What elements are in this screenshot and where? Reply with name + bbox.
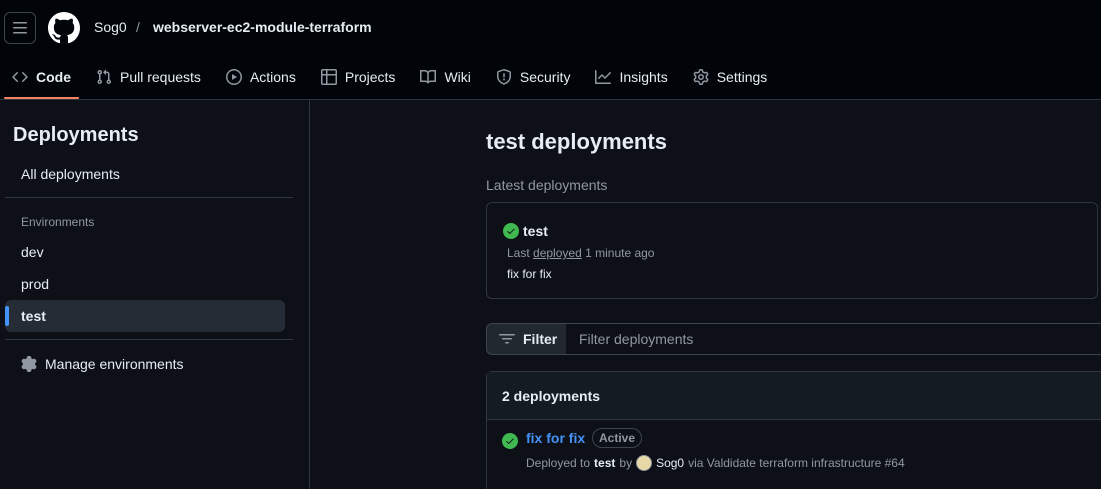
play-icon [225,69,242,85]
sidebar-divider [5,197,293,198]
manage-environments-link[interactable]: Manage environments [5,348,285,380]
tab-code[interactable]: Code [4,56,79,99]
filter-icon [499,334,515,344]
tab-label: Pull requests [120,69,201,85]
deployed-to-label: Deployed to [526,456,591,470]
sidebar-title: Deployments [13,124,139,146]
status-badge: Active [592,428,643,448]
meta-prefix: Last [507,246,530,260]
table-icon [320,69,337,85]
filter-button-label: Filter [523,331,558,347]
tab-label: Security [519,69,571,85]
environments-heading: Environments [21,215,95,229]
repo-header: Sog0 / webserver-ec2-module-terraform Co… [0,0,1101,100]
workflow-link[interactable]: via Valdidate terraform infrastructure #… [688,456,905,470]
tab-security[interactable]: Security [488,56,579,98]
shield-icon [496,69,511,85]
git-pull-request-icon [97,69,112,85]
latest-deployment-header: test [503,223,548,239]
hamburger-icon [13,22,27,34]
latest-environment-name[interactable]: test [523,223,548,239]
page-title: test deployments [486,129,667,154]
tab-insights[interactable]: Insights [587,56,675,98]
deployments-sidebar: Deployments All deployments Environments… [0,100,310,489]
manage-environments-label: Manage environments [45,356,184,372]
tab-label: Actions [249,69,296,85]
book-icon [420,69,437,84]
deployment-row: fix for fix Active Deployed to test by S… [486,371,1101,489]
deployment-environment[interactable]: test [594,456,615,470]
tab-label: Settings [716,69,768,85]
tab-label: Projects [344,69,396,85]
latest-deployments-label: Latest deployments [486,177,608,193]
breadcrumb-separator: / [136,19,140,35]
tab-projects[interactable]: Projects [313,56,404,98]
deployed-link[interactable]: deployed [533,246,582,260]
graph-icon [595,70,612,84]
tab-wiki[interactable]: Wiki [412,56,478,98]
sidebar-divider [5,339,293,340]
tab-pull-requests[interactable]: Pull requests [88,56,209,98]
tab-label: Code [36,69,71,85]
latest-deployment-message: fix for fix [507,267,552,281]
github-logo-icon[interactable] [48,12,80,44]
by-label: by [619,456,633,470]
sidebar-item-prod[interactable]: prod [5,268,285,300]
latest-deployment-card: test Last deployed 1 minute ago fix for … [486,202,1098,299]
tab-actions[interactable]: Actions [218,56,304,98]
tab-label: Insights [619,69,668,85]
tab-label: Wiki [444,69,471,85]
breadcrumb-owner[interactable]: Sog0 [94,19,127,35]
avatar[interactable] [636,455,653,471]
deployment-user[interactable]: Sog0 [656,456,684,470]
code-icon [12,72,28,82]
deployment-title-link[interactable]: fix for fix [526,430,585,446]
sidebar-item-test[interactable]: test [5,300,285,332]
tab-settings[interactable]: Settings [685,56,776,98]
check-circle-icon [503,223,519,239]
repo-tabs: Code Pull requests Actions Projects Wiki… [0,56,784,100]
meta-time: 1 minute ago [585,246,655,260]
gear-icon [693,69,709,85]
check-circle-icon [502,433,518,449]
filter-deployments-input[interactable] [566,323,1101,355]
latest-deployment-meta: Last deployed 1 minute ago [507,246,654,260]
sidebar-item-dev[interactable]: dev [5,236,285,268]
deployment-meta: Deployed to test by Sog0 via Valdidate t… [526,455,905,471]
menu-button[interactable] [4,12,36,44]
sidebar-item-all-deployments[interactable]: All deployments [5,158,285,190]
breadcrumb-repo[interactable]: webserver-ec2-module-terraform [153,19,372,35]
gear-icon [21,356,37,372]
filter-button[interactable]: Filter [486,323,567,355]
